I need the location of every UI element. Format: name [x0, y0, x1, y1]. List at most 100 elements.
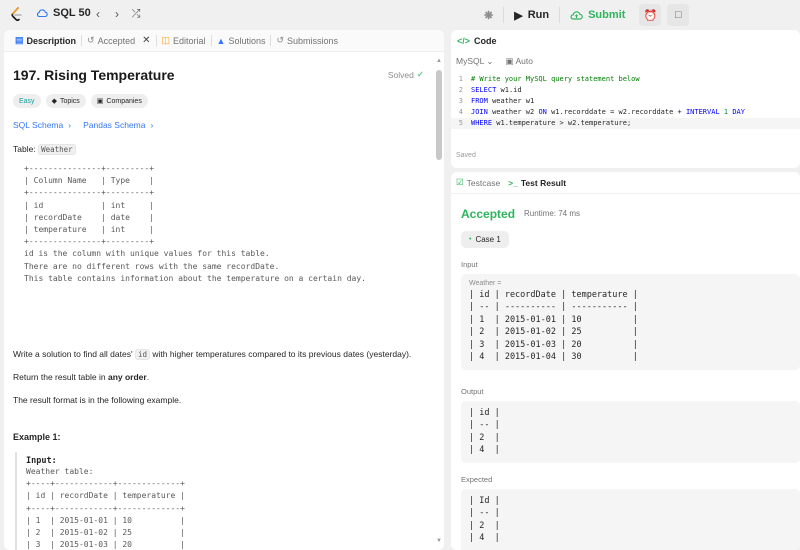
bug-icon: ❋ — [484, 9, 494, 22]
top-bar: SQL 50 ‹ › ⤮ ❋ ▶ Run Submit ⏰ □ — [0, 0, 800, 30]
history-icon: ↺ — [276, 35, 285, 45]
return-instructions: Return the result table in any order. — [13, 372, 149, 382]
toolbar-divider — [559, 7, 561, 23]
language-select[interactable]: MySQL ⌄ — [456, 56, 494, 67]
toolbar-divider — [503, 7, 505, 23]
input-caption: Weather = — [469, 280, 502, 287]
output-table: | id | | -- | | 2 | | 4 | — [469, 408, 500, 456]
line-number: 3 — [458, 97, 463, 105]
code-text: SELECT w1.id — [471, 86, 522, 94]
prev-problem-icon[interactable]: ‹ — [92, 8, 104, 20]
tab-code[interactable]: </> Code — [451, 30, 800, 52]
tab-testcase[interactable]: ☑ Testcase — [456, 177, 500, 188]
pandas-schema-label: Pandas Schema — [83, 120, 146, 130]
tab-solutions[interactable]: ▲ Solutions — [212, 30, 271, 52]
tab-test-result[interactable]: >_ Test Result — [508, 178, 566, 188]
notes-button[interactable]: □ — [667, 4, 690, 26]
companies-label: Companies — [106, 97, 142, 105]
note-icon: □ — [675, 9, 682, 21]
submit-button[interactable]: Submit — [562, 4, 633, 26]
example-input-label: Input: — [26, 456, 57, 466]
example-title: Example 1: — [13, 432, 61, 442]
topics-button[interactable]: ◆ Topics — [45, 94, 86, 108]
tab-label: Description — [26, 35, 77, 46]
document-icon: ▤ — [15, 35, 24, 45]
pass-dot-icon: • — [469, 236, 472, 243]
tab-editorial[interactable]: ◫ Editorial — [157, 30, 211, 52]
solved-label: Solved — [387, 69, 414, 80]
leetcode-logo[interactable] — [10, 7, 24, 23]
run-toolbar: ❋ ▶ Run Submit ⏰ □ — [476, 4, 690, 26]
line-number: 1 — [458, 75, 463, 83]
expected-table: | Id | | -- | | 2 | | 4 | — [469, 496, 500, 544]
tag-icon: ◆ — [51, 98, 57, 105]
difficulty-badge: Easy — [13, 94, 41, 108]
close-icon[interactable]: ✕ — [142, 35, 150, 46]
flask-icon: ▲ — [216, 35, 226, 46]
lock-icon: ▣ — [505, 56, 514, 66]
cloud-upload-icon — [570, 11, 583, 20]
run-button[interactable]: ▶ Run — [506, 4, 557, 26]
problem-title[interactable]: 197. Rising Temperature — [13, 67, 175, 83]
history-icon: ↺ — [87, 35, 95, 45]
scrollbar-thumb[interactable] — [436, 70, 442, 160]
code-line[interactable]: 2 SELECT w1.id — [451, 85, 800, 96]
testcase-label: Testcase — [466, 177, 501, 188]
result-status: Accepted — [461, 207, 516, 221]
input-table: | id | recordDate | temperature | | -- |… — [469, 290, 638, 363]
problem-description: Write a solution to find all dates' id w… — [13, 349, 411, 360]
shuffle-icon[interactable]: ⤮ — [130, 8, 142, 20]
scroll-up-icon[interactable]: ▲ — [436, 58, 442, 64]
return-bold-text: any order — [107, 372, 147, 382]
description-text: Write a solution to find all dates' — [13, 349, 133, 359]
line-number: 4 — [458, 108, 463, 116]
problem-list-button[interactable]: SQL 50 — [36, 7, 91, 19]
scroll-down-icon[interactable]: ▼ — [436, 538, 442, 544]
output-label: Output — [461, 387, 484, 396]
schema-block: +---------------+---------+ | Column Nam… — [24, 164, 366, 283]
input-box: Weather = | id | recordDate | temperatur… — [461, 274, 800, 370]
table-name-code: Weather — [38, 144, 76, 155]
expected-label: Expected — [461, 475, 493, 484]
tab-description[interactable]: ▤ Description — [10, 30, 81, 52]
result-tabs: ☑ Testcase >_ Test Result — [451, 172, 800, 194]
description-content: 197. Rising Temperature Solved ✓ Easy ◆ … — [4, 52, 434, 550]
tab-submissions[interactable]: ↺ Submissions — [271, 30, 343, 52]
code-line[interactable]: 1 # Write your MySQL query statement belo… — [451, 74, 800, 85]
sql-schema-link[interactable]: SQL Schema › — [13, 120, 71, 130]
test-result-label: Test Result — [520, 177, 567, 188]
description-tabs: ▤ Description ↺ Accepted ✕ ◫ Editorial ▲… — [4, 30, 444, 52]
code-line[interactable]: 5 WHERE w1.temperature > w2.temperature; — [451, 118, 800, 129]
lock-icon: ▣ — [96, 98, 104, 105]
pandas-schema-link[interactable]: Pandas Schema › — [83, 120, 153, 130]
alarm-clock-button[interactable]: ⏰ — [639, 4, 662, 26]
code-icon: </> — [457, 36, 471, 46]
chevron-right-icon: › — [68, 120, 72, 130]
code-editor[interactable]: 1 # Write your MySQL query statement belo… — [451, 74, 800, 144]
autocomplete-toggle[interactable]: ▣ Auto — [506, 56, 533, 67]
companies-button[interactable]: ▣ Companies — [90, 94, 148, 108]
code-line[interactable]: 4 JOIN weather w2 ON w1.recorddate = w2.r… — [451, 107, 800, 118]
tab-accepted[interactable]: ↺ Accepted ✕ — [82, 30, 155, 52]
code-text: # Write your MySQL query statement below — [471, 75, 640, 83]
format-note: The result format is in the following ex… — [13, 395, 182, 405]
alarm-clock-icon: ⏰ — [643, 9, 658, 22]
case-1-button[interactable]: • Case 1 — [461, 231, 509, 248]
language-label: MySQL — [456, 56, 485, 66]
example-table: Weather table: +----+------------+------… — [26, 467, 185, 550]
inline-code: id — [134, 349, 150, 360]
code-line[interactable]: 3 FROM weather w1 — [451, 96, 800, 107]
output-box: | id | | -- | | 2 | | 4 | — [461, 401, 800, 463]
test-result-panel: ☑ Testcase >_ Test Result Accepted Runti… — [451, 172, 800, 550]
code-text: JOIN weather w2 ON w1.recorddate = w2.re… — [471, 108, 745, 116]
tab-label: Submissions — [287, 35, 339, 46]
code-text: WHERE w1.temperature > w2.temperature; — [471, 119, 632, 127]
next-problem-icon[interactable]: › — [111, 8, 123, 20]
terminal-icon: >_ — [508, 177, 518, 188]
code-text: FROM weather w1 — [471, 97, 535, 105]
chevron-right-icon: › — [150, 120, 154, 130]
return-text: Return the result table in — [13, 372, 106, 382]
debug-button[interactable]: ❋ — [476, 4, 501, 26]
code-editor-panel: </> Code MySQL ⌄ ▣ Auto 1 # Write your My… — [451, 30, 800, 168]
input-label: Input — [461, 260, 478, 269]
